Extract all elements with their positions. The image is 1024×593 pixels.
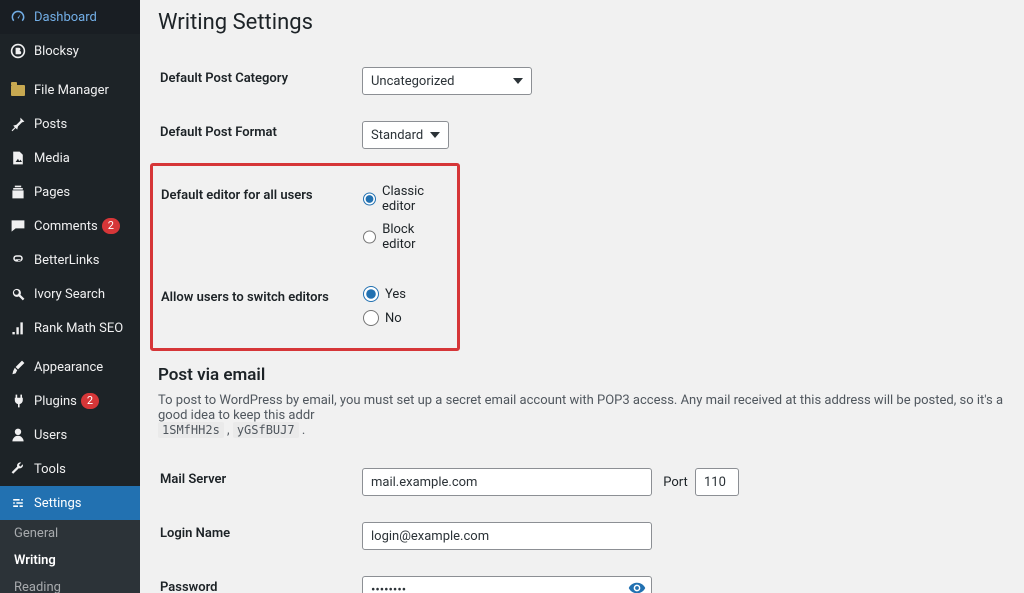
sidebar-item-label: File Manager	[34, 83, 109, 98]
radio-label: Classic editor	[382, 184, 439, 214]
plug-icon	[8, 391, 28, 411]
switch-editors-radio[interactable]	[363, 286, 379, 302]
sidebar-item-label: Comments	[34, 219, 98, 234]
sidebar-item-pages[interactable]: Pages	[0, 175, 140, 209]
default-format-label: Default Post Format	[160, 109, 350, 161]
sidebar-item-file-manager[interactable]: File Manager	[0, 73, 140, 107]
default-editor-option[interactable]: Block editor	[363, 222, 439, 252]
mail-server-label: Mail Server	[160, 456, 350, 508]
switch-editors-label: Allow users to switch editors	[161, 274, 351, 346]
sidebar-item-comments[interactable]: Comments 2	[0, 209, 140, 243]
login-name-input[interactable]	[362, 522, 652, 550]
sidebar-item-label: Rank Math SEO	[34, 321, 123, 336]
switch-editors-option[interactable]: Yes	[363, 286, 439, 302]
sidebar-item-media[interactable]: Media	[0, 141, 140, 175]
default-category-label: Default Post Category	[160, 55, 350, 107]
default-editor-label: Default editor for all users	[161, 172, 351, 272]
post-via-email-heading: Post via email	[158, 365, 1006, 385]
seo-icon	[8, 318, 28, 338]
submenu-item-general[interactable]: General	[0, 520, 140, 547]
editor-settings-highlight: Default editor for all users Classic edi…	[150, 163, 460, 351]
tools-icon	[8, 459, 28, 479]
switch-editors-radio[interactable]	[363, 310, 379, 326]
sidebar-item-label: Appearance	[34, 360, 103, 375]
sidebar-item-blocksy[interactable]: Blocksy	[0, 34, 140, 68]
pin-icon	[8, 114, 28, 134]
sidebar-item-tools[interactable]: Tools	[0, 452, 140, 486]
radio-label: Yes	[385, 287, 406, 302]
page-title: Writing Settings	[158, 10, 1006, 35]
sidebar-item-label: BetterLinks	[34, 253, 99, 268]
default-format-select[interactable]: Standard	[362, 121, 449, 149]
default-editor-radio[interactable]	[363, 229, 376, 245]
password-visibility-toggle[interactable]	[628, 579, 646, 593]
port-label: Port	[663, 475, 688, 490]
sidebar-item-betterlinks[interactable]: BetterLinks	[0, 243, 140, 277]
search-icon	[8, 284, 28, 304]
admin-sidebar: Dashboard Blocksy File Manager Posts Media Pa…	[0, 0, 140, 593]
sidebar-item-label: Users	[34, 428, 67, 443]
sidebar-item-label: Media	[34, 151, 70, 166]
media-icon	[8, 148, 28, 168]
random-code-2: yGSfBUJ7	[233, 422, 299, 438]
sidebar-item-label: Tools	[34, 462, 66, 477]
user-icon	[8, 425, 28, 445]
count-badge: 2	[81, 393, 99, 409]
sidebar-item-ivory-search[interactable]: Ivory Search	[0, 277, 140, 311]
link-icon	[8, 250, 28, 270]
port-input[interactable]	[695, 468, 739, 496]
dashboard-icon	[8, 7, 28, 27]
sidebar-item-posts[interactable]: Posts	[0, 107, 140, 141]
main-content: Writing Settings Default Post Category U…	[140, 0, 1024, 593]
sidebar-item-dashboard[interactable]: Dashboard	[0, 0, 140, 34]
count-badge: 2	[102, 218, 120, 234]
sidebar-item-appearance[interactable]: Appearance	[0, 350, 140, 384]
settings-icon	[8, 493, 28, 513]
sidebar-item-label: Posts	[34, 117, 67, 132]
mail-server-input[interactable]	[362, 468, 652, 496]
sidebar-item-rank-math-seo[interactable]: Rank Math SEO	[0, 311, 140, 345]
post-via-email-description: To post to WordPress by email, you must …	[158, 393, 1006, 438]
default-editor-option[interactable]: Classic editor	[363, 184, 439, 214]
default-category-select[interactable]: Uncategorized	[362, 67, 532, 95]
submenu-item-reading[interactable]: Reading	[0, 574, 140, 593]
sidebar-item-label: Plugins	[34, 394, 77, 409]
radio-label: Block editor	[382, 222, 439, 252]
blocksy-icon	[8, 41, 28, 61]
sidebar-item-label: Blocksy	[34, 44, 79, 59]
sidebar-item-users[interactable]: Users	[0, 418, 140, 452]
folder-icon	[8, 80, 28, 100]
password-label: Password	[160, 564, 350, 593]
switch-editors-option[interactable]: No	[363, 310, 439, 326]
sidebar-item-label: Dashboard	[34, 10, 97, 25]
sidebar-item-label: Pages	[34, 185, 70, 200]
sidebar-item-plugins[interactable]: Plugins 2	[0, 384, 140, 418]
default-editor-radio[interactable]	[363, 191, 376, 207]
sidebar-item-settings[interactable]: Settings	[0, 486, 140, 520]
eye-icon	[628, 579, 646, 593]
comment-icon	[8, 216, 28, 236]
submenu-item-writing[interactable]: Writing	[0, 547, 140, 574]
pages-icon	[8, 182, 28, 202]
sidebar-item-label: Settings	[34, 496, 81, 511]
random-code-1: 1SMfHH2s	[158, 422, 224, 438]
radio-label: No	[385, 311, 402, 326]
login-name-label: Login Name	[160, 510, 350, 562]
sidebar-item-label: Ivory Search	[34, 287, 105, 302]
password-input[interactable]	[362, 576, 652, 593]
brush-icon	[8, 357, 28, 377]
